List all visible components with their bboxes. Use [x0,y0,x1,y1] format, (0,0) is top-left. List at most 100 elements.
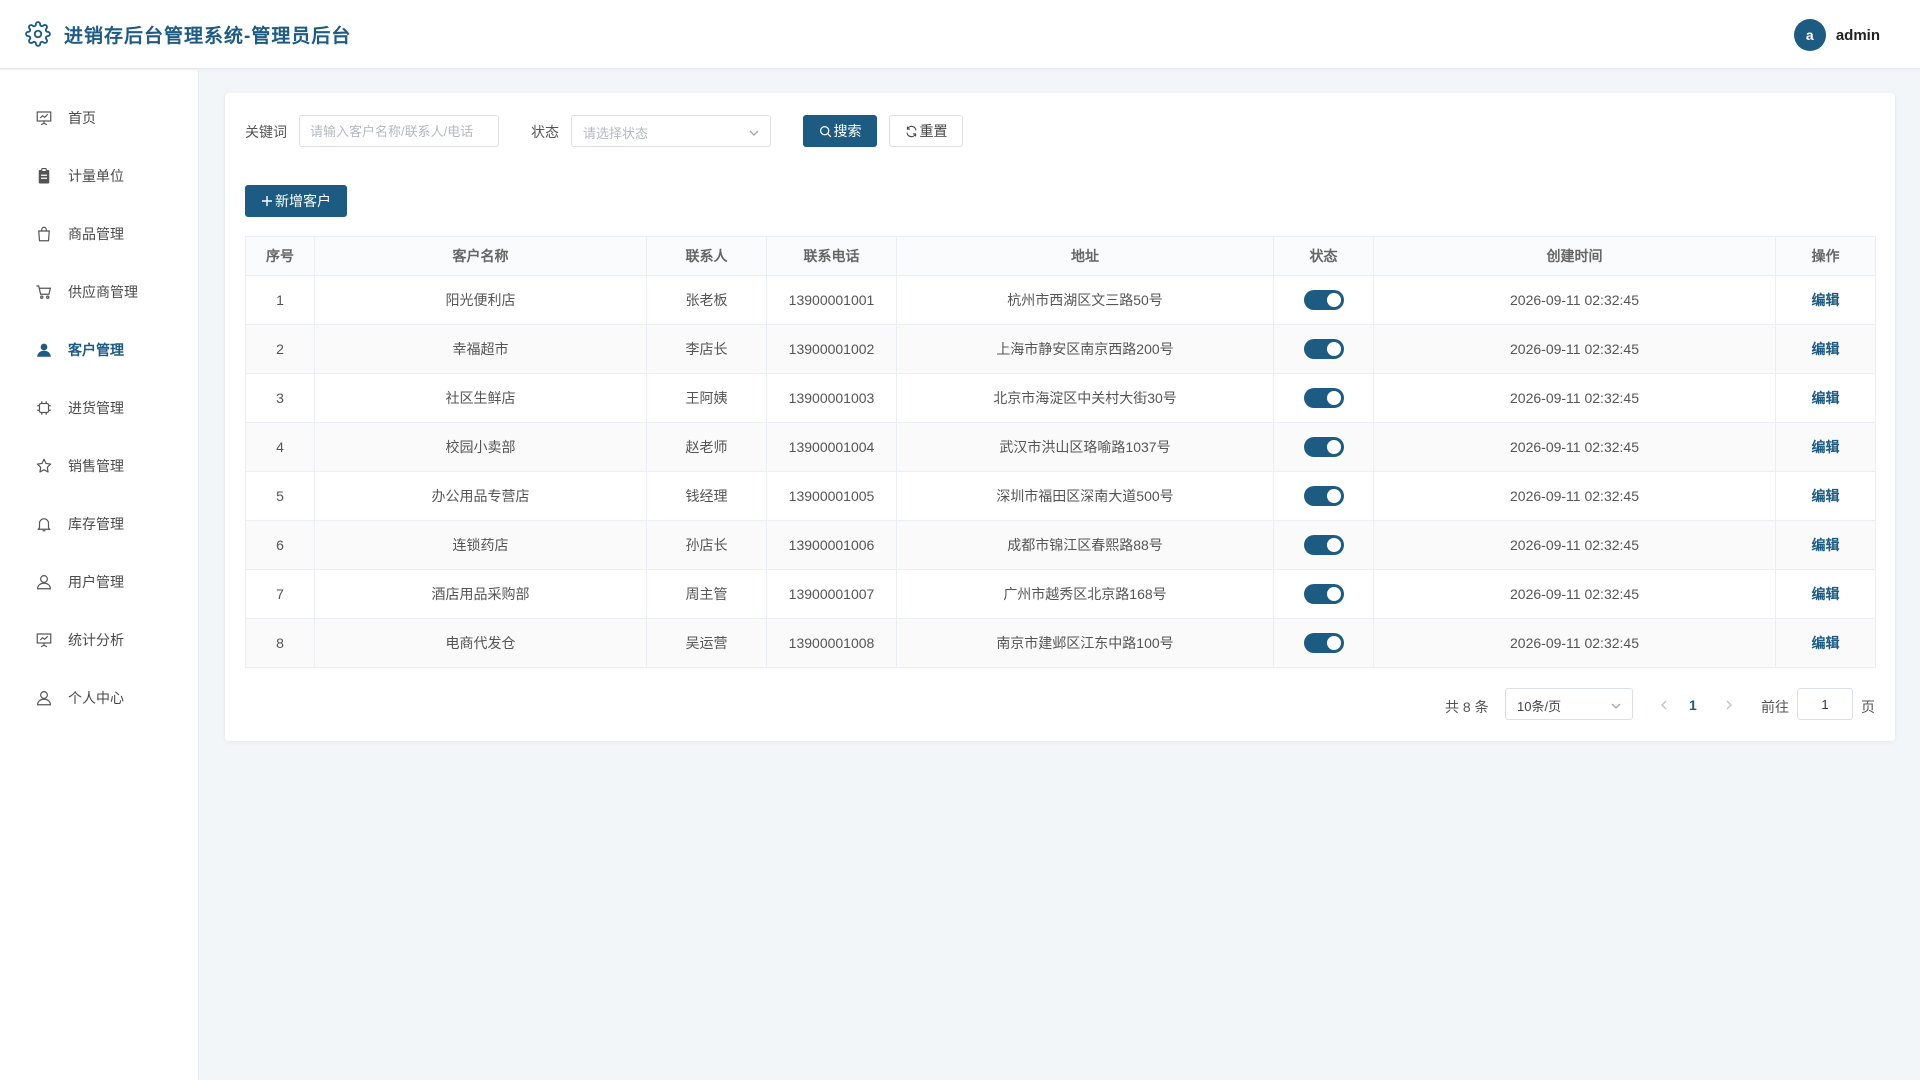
sidebar-item-label: 商品管理 [68,226,124,242]
customer-name: 幸福超市 [314,324,647,374]
status-cell [1273,618,1374,668]
total-count: 共 8 条 [1445,699,1489,715]
created-time: 2026-09-11 02:32:45 [1373,373,1776,423]
status-toggle[interactable] [1303,584,1344,604]
status-toggle[interactable] [1303,290,1344,310]
status-label: 状态 [531,124,559,140]
username[interactable]: admin [1836,27,1880,44]
contact-person: 王阿姨 [646,373,767,423]
phone-number: 13900001004 [766,422,897,472]
chevron-down-icon [748,126,760,138]
toggle-knob [1326,293,1341,307]
address: 北京市海淀区中关村大街30号 [896,373,1274,423]
sidebar-item-suppliers[interactable]: 供应商管理 [0,267,199,315]
contact-person: 赵老师 [646,422,767,472]
edit-link[interactable]: 编辑 [1812,537,1840,553]
column-header-address: 地址 [896,236,1274,276]
cart-icon [35,283,53,301]
sidebar-item-products[interactable]: 商品管理 [0,209,199,257]
actions-cell: 编辑 [1775,422,1876,472]
column-header-index: 序号 [245,236,315,276]
phone-number: 13900001007 [766,569,897,619]
edit-link[interactable]: 编辑 [1812,390,1840,406]
avatar[interactable]: a [1793,19,1826,51]
row-index: 3 [245,373,315,423]
created-time: 2026-09-11 02:32:45 [1373,520,1776,570]
sidebar-item-label: 进货管理 [68,400,124,416]
user-menu[interactable]: a admin [1793,19,1880,51]
table-row: 5 办公用品专营店 钱经理 13900001005 深圳市福田区深南大道500号… [245,471,1876,521]
sidebar-item-label: 用户管理 [68,574,124,590]
status-toggle[interactable] [1303,486,1344,506]
edit-link[interactable]: 编辑 [1812,586,1840,602]
bell-icon [35,515,53,533]
phone-number: 13900001008 [766,618,897,668]
status-toggle[interactable] [1303,388,1344,408]
address: 杭州市西湖区文三路50号 [896,275,1274,325]
next-page-icon[interactable] [1722,698,1736,712]
add-customer-button[interactable]: 新增客户 [245,185,347,217]
status-cell [1273,373,1374,423]
status-toggle[interactable] [1303,437,1344,457]
sidebar-item-users[interactable]: 用户管理 [0,557,199,605]
app-title: 进销存后台管理系统-管理员后台 [64,25,352,47]
row-index: 5 [245,471,315,521]
status-toggle[interactable] [1303,633,1344,653]
address: 成都市锦江区春熙路88号 [896,520,1274,570]
customer-name: 连锁药店 [314,520,647,570]
status-toggle[interactable] [1303,339,1344,359]
star-icon [35,457,53,475]
sidebar-item-label: 计量单位 [68,168,124,184]
edit-link[interactable]: 编辑 [1812,488,1840,504]
goto-page-input-wrapper[interactable] [1797,688,1853,720]
search-button-label: 搜索 [833,123,862,139]
sidebar-item-sales[interactable]: 销售管理 [0,441,199,489]
edit-link[interactable]: 编辑 [1812,635,1840,651]
sidebar-item-inventory[interactable]: 库存管理 [0,499,199,547]
add-customer-label: 新增客户 [275,193,331,209]
prev-page-icon[interactable] [1657,698,1671,712]
reset-button[interactable]: 重置 [889,115,963,147]
goto-page-input[interactable] [1798,689,1852,719]
gear-icon [24,20,52,48]
status-cell [1273,520,1374,570]
keyword-input-wrapper[interactable] [299,115,499,147]
page-size-select[interactable]: 10条/页 [1505,688,1633,720]
edit-link[interactable]: 编辑 [1812,341,1840,357]
edit-link[interactable]: 编辑 [1812,292,1840,308]
sidebar-item-profile[interactable]: 个人中心 [0,673,199,721]
created-time: 2026-09-11 02:32:45 [1373,275,1776,325]
actions-cell: 编辑 [1775,275,1876,325]
phone-number: 13900001002 [766,324,897,374]
status-select[interactable]: 请选择状态 [571,115,771,147]
status-cell [1273,324,1374,374]
sidebar-item-home[interactable]: 首页 [0,93,199,141]
user-filled-icon [35,341,53,359]
contact-person: 周主管 [646,569,767,619]
search-button[interactable]: 搜索 [803,115,877,147]
created-time: 2026-09-11 02:32:45 [1373,324,1776,374]
user-icon [35,689,53,707]
table-row: 6 连锁药店 孙店长 13900001006 成都市锦江区春熙路88号 2026… [245,520,1876,570]
sidebar-item-purchases[interactable]: 进货管理 [0,383,199,431]
keyword-input[interactable] [300,116,498,146]
row-index: 6 [245,520,315,570]
phone-number: 13900001005 [766,471,897,521]
created-time: 2026-09-11 02:32:45 [1373,422,1776,472]
toggle-knob [1326,587,1341,601]
actions-cell: 编辑 [1775,569,1876,619]
contact-person: 李店长 [646,324,767,374]
sidebar-item-statistics[interactable]: 统计分析 [0,615,199,663]
phone-number: 13900001003 [766,373,897,423]
chevron-down-icon [1610,699,1622,711]
actions-cell: 编辑 [1775,471,1876,521]
page-number-current[interactable]: 1 [1689,697,1697,713]
sidebar-item-units[interactable]: 计量单位 [0,151,199,199]
status-toggle[interactable] [1303,535,1344,555]
row-index: 7 [245,569,315,619]
table-row: 1 阳光便利店 张老板 13900001001 杭州市西湖区文三路50号 202… [245,275,1876,325]
edit-link[interactable]: 编辑 [1812,439,1840,455]
created-time: 2026-09-11 02:32:45 [1373,618,1776,668]
sidebar-item-customers[interactable]: 客户管理 [0,325,199,373]
customer-name: 阳光便利店 [314,275,647,325]
